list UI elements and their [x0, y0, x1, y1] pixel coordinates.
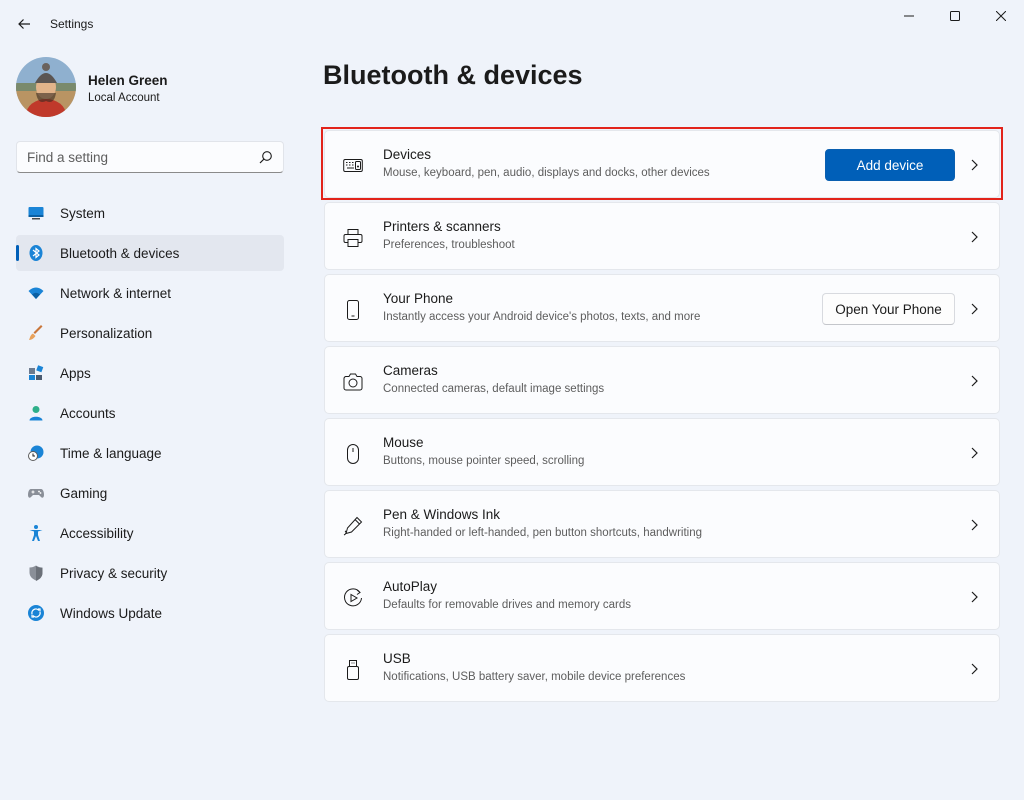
chevron-right-icon	[971, 591, 978, 603]
card-subtitle: Mouse, keyboard, pen, audio, displays an…	[383, 167, 710, 179]
chevron-right-icon	[971, 231, 978, 243]
shield-icon	[29, 565, 43, 581]
card-title: AutoPlay	[383, 579, 438, 594]
apps-icon	[29, 365, 44, 380]
sidebar-item-label: System	[60, 206, 106, 221]
monitor-icon	[28, 207, 44, 220]
close-icon	[996, 11, 1006, 21]
title-bar: Settings	[0, 0, 1024, 48]
phone-icon	[347, 300, 359, 320]
card-title: Cameras	[383, 363, 438, 378]
back-button[interactable]	[8, 8, 40, 40]
card-title: Mouse	[383, 435, 424, 450]
globe-clock-icon	[28, 445, 44, 461]
card-subtitle: Defaults for removable drives and memory…	[383, 599, 631, 611]
person-icon	[29, 406, 43, 421]
sidebar-item-label: Accessibility	[60, 526, 134, 541]
devices-card[interactable]: Devices Mouse, keyboard, pen, audio, dis…	[324, 130, 1000, 198]
autoplay-card[interactable]: AutoPlay Defaults for removable drives a…	[324, 562, 1000, 630]
chevron-right-icon	[971, 519, 978, 531]
sidebar-item-label: Time & language	[60, 446, 162, 461]
sidebar-item-accounts[interactable]: Accounts	[16, 395, 284, 431]
sidebar-item-personalization[interactable]: Personalization	[16, 315, 284, 351]
card-subtitle: Preferences, troubleshoot	[383, 239, 515, 251]
search-box	[16, 141, 284, 173]
minimize-icon	[904, 15, 914, 17]
card-subtitle: Right-handed or left-handed, pen button …	[383, 527, 703, 539]
search-icon[interactable]	[259, 150, 273, 164]
devices-icon	[343, 159, 363, 172]
sidebar-item-label: Bluetooth & devices	[60, 246, 180, 261]
sidebar-item-network-internet[interactable]: Network & internet	[16, 275, 284, 311]
search-input[interactable]	[27, 142, 247, 172]
card-subtitle: Instantly access your Android device's p…	[383, 311, 701, 323]
close-button[interactable]	[978, 0, 1024, 32]
card-subtitle: Notifications, USB battery saver, mobile…	[383, 671, 686, 683]
gamepad-icon	[28, 489, 44, 498]
sidebar-item-gaming[interactable]: Gaming	[16, 475, 284, 511]
sidebar-item-system[interactable]: System	[16, 195, 284, 231]
user-name: Helen Green	[88, 73, 168, 88]
sidebar-item-windows-update[interactable]: Windows Update	[16, 595, 284, 631]
sidebar-nav: System Bluetooth & devices Network & int…	[16, 195, 284, 635]
sidebar-item-privacy-security[interactable]: Privacy & security	[16, 555, 284, 591]
add-device-button[interactable]: Add device	[825, 149, 955, 181]
brush-icon	[29, 325, 43, 340]
sidebar-item-accessibility[interactable]: Accessibility	[16, 515, 284, 551]
card-title: USB	[383, 651, 411, 666]
pen-windows-ink-card[interactable]: Pen & Windows Ink Right-handed or left-h…	[324, 490, 1000, 558]
sidebar-item-apps[interactable]: Apps	[16, 355, 284, 391]
sidebar-item-label: Privacy & security	[60, 566, 168, 581]
avatar-photo-icon	[16, 57, 76, 117]
card-subtitle: Buttons, mouse pointer speed, scrolling	[383, 455, 585, 467]
printer-icon	[343, 229, 363, 247]
maximize-icon	[950, 11, 960, 21]
pen-icon	[343, 516, 363, 536]
open-your-phone-button[interactable]: Open Your Phone	[822, 293, 955, 325]
cameras-card[interactable]: Cameras Connected cameras, default image…	[324, 346, 1000, 414]
camera-icon	[343, 373, 363, 391]
usb-card[interactable]: USB Notifications, USB battery saver, mo…	[324, 634, 1000, 702]
settings-window: Settings Helen Green Local Account Find …	[0, 0, 1024, 800]
chevron-right-icon	[971, 375, 978, 387]
autoplay-icon	[344, 588, 362, 607]
sidebar-item-label: Personalization	[60, 326, 153, 341]
printers-scanners-card[interactable]: Printers & scanners Preferences, trouble…	[324, 202, 1000, 270]
mouse-card[interactable]: Mouse Buttons, mouse pointer speed, scro…	[324, 418, 1000, 486]
wifi-icon	[28, 287, 44, 299]
sidebar-item-label: Windows Update	[60, 606, 163, 621]
card-title: Printers & scanners	[383, 219, 501, 234]
sidebar-item-time-language[interactable]: Time & language	[16, 435, 284, 471]
app-title: Settings	[50, 17, 94, 31]
chevron-right-icon	[971, 159, 978, 171]
sidebar-item-label: Apps	[60, 366, 91, 381]
sidebar-item-label: Gaming	[60, 486, 108, 501]
mouse-icon	[347, 444, 359, 464]
sidebar-item-label: Accounts	[60, 406, 116, 421]
bluetooth-icon	[29, 245, 43, 261]
card-title: Devices	[383, 147, 432, 162]
accessibility-icon	[29, 525, 43, 541]
chevron-right-icon	[971, 447, 978, 459]
chevron-right-icon	[971, 663, 978, 675]
chevron-right-icon	[971, 303, 978, 315]
card-title: Your Phone	[383, 291, 454, 306]
your-phone-card[interactable]: Your Phone Instantly access your Android…	[324, 274, 1000, 342]
card-subtitle: Connected cameras, default image setting…	[383, 383, 605, 395]
maximize-button[interactable]	[932, 0, 978, 32]
sidebar-item-bluetooth-devices[interactable]: Bluetooth & devices	[16, 235, 284, 271]
avatar[interactable]	[16, 57, 76, 117]
minimize-button[interactable]	[886, 0, 932, 32]
usb-icon	[347, 660, 359, 680]
user-profile[interactable]: Helen Green Local Account	[16, 57, 286, 117]
sidebar-item-label: Network & internet	[60, 286, 172, 301]
card-title: Pen & Windows Ink	[383, 507, 501, 522]
back-arrow-icon	[18, 19, 30, 29]
update-icon	[28, 605, 44, 621]
page-title: Bluetooth & devices	[323, 60, 583, 90]
account-type: Local Account	[88, 92, 160, 104]
